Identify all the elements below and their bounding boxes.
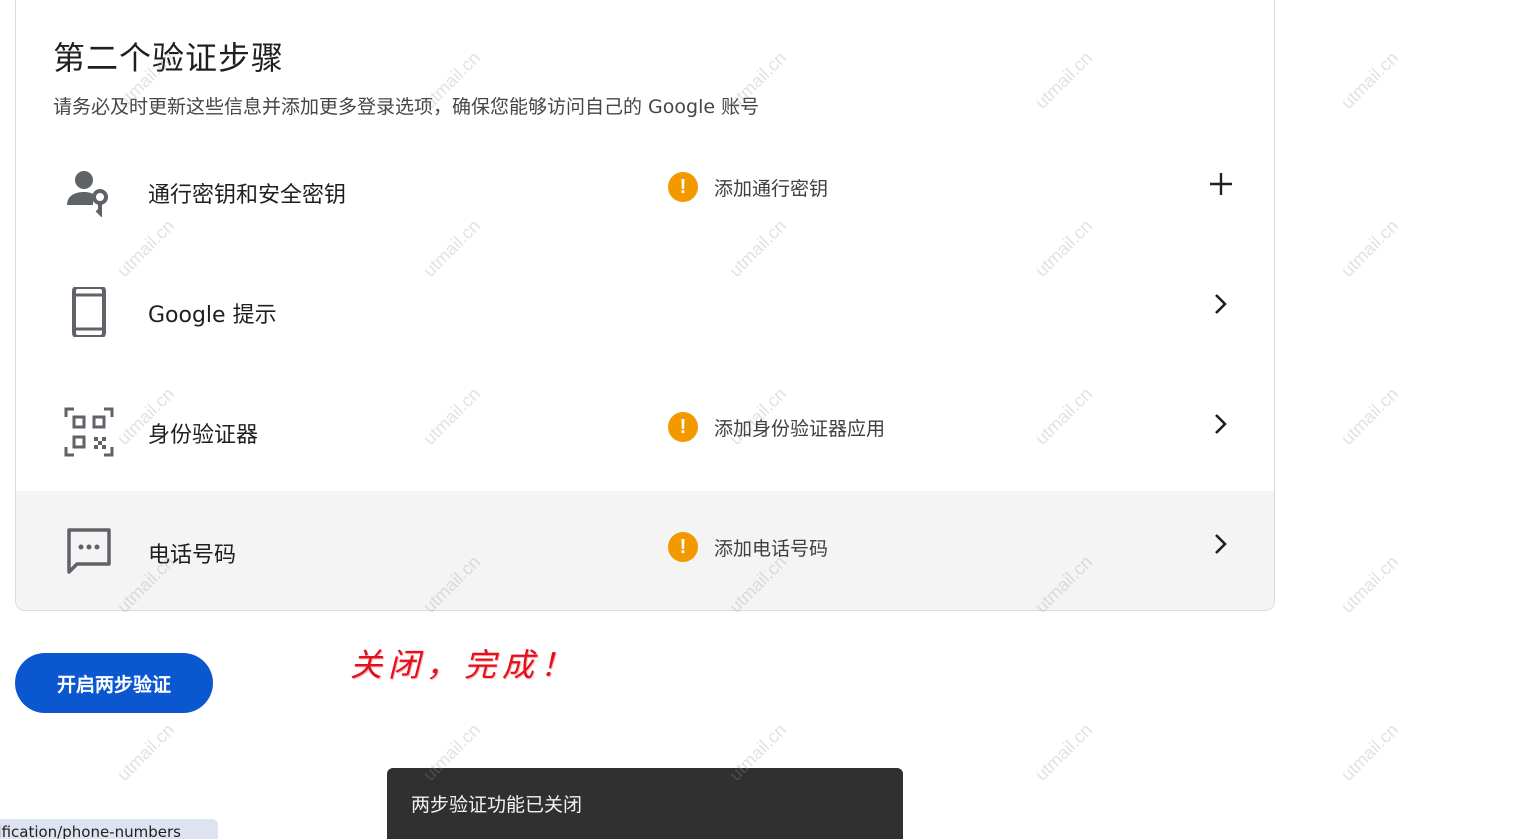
warning-icon: ! (668, 172, 698, 202)
chevron-right-icon[interactable] (1206, 529, 1236, 559)
row-authenticator[interactable]: 身份验证器 ! 添加身份验证器应用 (16, 371, 1274, 491)
row-status: ! 添加身份验证器应用 (668, 410, 885, 444)
watermark-text: utmail.cn (1337, 383, 1403, 449)
watermark-text: utmail.cn (1337, 215, 1403, 281)
qr-code-icon (64, 407, 114, 457)
snackbar-message: 两步验证功能已关闭 (411, 794, 583, 816)
sms-icon (64, 527, 114, 577)
row-passkeys[interactable]: 通行密钥和安全密钥 ! 添加通行密钥 (16, 131, 1274, 251)
warning-icon: ! (668, 532, 698, 562)
watermark-text: utmail.cn (1337, 47, 1403, 113)
watermark-text: utmail.cn (1031, 719, 1097, 785)
watermark-text: utmail.cn (113, 719, 179, 785)
card-title: 第二个验证步骤 (53, 39, 285, 77)
row-label: 身份验证器 (148, 423, 259, 448)
status-text: 添加通行密钥 (714, 177, 829, 200)
watermark-text: utmail.cn (1337, 551, 1403, 617)
row-phone-number[interactable]: 电话号码 ! 添加电话号码 (16, 491, 1274, 610)
row-status: ! 添加通行密钥 (668, 170, 828, 204)
second-step-card: 第二个验证步骤 请务必及时更新这些信息并添加更多登录选项，确保您能够访问自己的 … (15, 0, 1275, 611)
snackbar: 两步验证功能已关闭 (387, 768, 903, 839)
status-text: 添加身份验证器应用 (714, 417, 886, 440)
row-label: 通行密钥和安全密钥 (148, 183, 347, 208)
row-label: Google 提示 (148, 303, 277, 328)
smartphone-icon (64, 285, 114, 339)
card-subtitle: 请务必及时更新这些信息并添加更多登录选项，确保您能够访问自己的 Google 账… (53, 96, 760, 118)
chevron-right-icon[interactable] (1206, 409, 1236, 439)
annotation-text: 关闭，完成！ (350, 646, 579, 684)
row-google-prompt[interactable]: Google 提示 (16, 251, 1274, 371)
plus-icon[interactable] (1206, 169, 1236, 199)
url-status-bar: erification/phone-numbers (0, 819, 218, 839)
warning-icon: ! (668, 412, 698, 442)
enable-2sv-button[interactable]: 开启两步验证 (15, 653, 213, 713)
watermark-text: utmail.cn (1337, 719, 1403, 785)
person-key-icon (64, 167, 114, 218)
url-status-text: erification/phone-numbers (0, 823, 181, 839)
page: 第二个验证步骤 请务必及时更新这些信息并添加更多登录选项，确保您能够访问自己的 … (0, 0, 1530, 839)
chevron-right-icon[interactable] (1206, 289, 1236, 319)
row-status: ! 添加电话号码 (668, 530, 828, 564)
row-label: 电话号码 (148, 543, 237, 568)
status-text: 添加电话号码 (714, 537, 829, 560)
